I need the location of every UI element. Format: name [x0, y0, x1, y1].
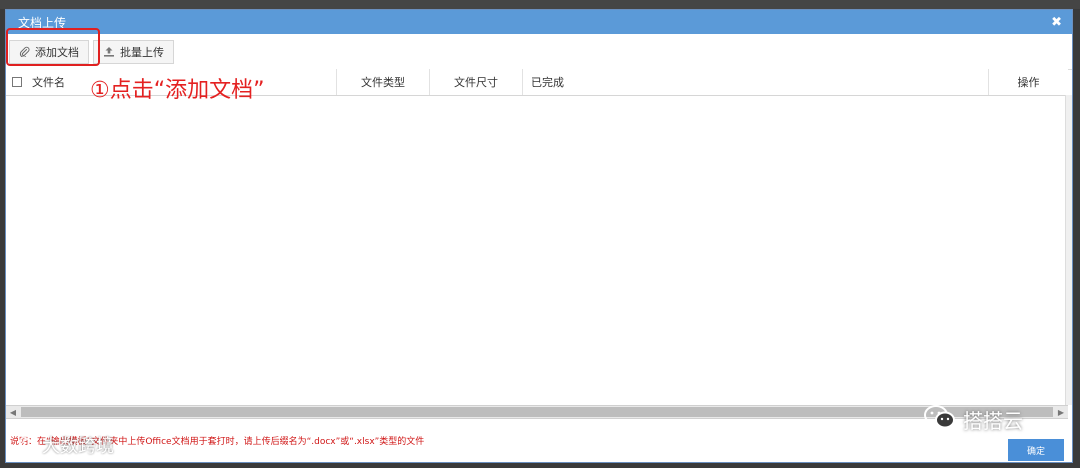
- column-header-filetype: 文件类型: [337, 69, 430, 95]
- annotation-text: ①点击“添加文档”: [90, 78, 265, 103]
- add-document-label: 添加文档: [35, 45, 79, 59]
- column-header-actions: 操作: [989, 69, 1068, 95]
- column-header-filesize: 文件尺寸: [430, 69, 523, 95]
- batch-upload-label: 批量上传: [120, 45, 164, 59]
- background-app-bar: [0, 0, 1080, 9]
- brand-watermark: 大数跨境: [18, 432, 114, 458]
- vertical-scrollbar[interactable]: [1065, 95, 1072, 405]
- filename-header-label: 文件名: [32, 76, 65, 89]
- wechat-account-name: 搭搭云: [963, 409, 1023, 433]
- batch-upload-button[interactable]: 批量上传: [93, 39, 174, 64]
- filesize-header-label: 文件尺寸: [454, 76, 498, 89]
- paperclip-icon: [19, 46, 30, 57]
- select-all-checkbox[interactable]: [12, 77, 22, 87]
- wechat-icon: [923, 403, 957, 436]
- brand-logo-icon: [18, 434, 36, 457]
- completed-header-label: 已完成: [531, 76, 564, 89]
- scroll-thumb[interactable]: [21, 407, 1053, 417]
- dialog-title: 文档上传: [18, 15, 67, 30]
- column-header-completed: 已完成: [523, 69, 989, 95]
- wechat-watermark: 搭搭云: [923, 403, 1023, 436]
- dialog-footer: 说明：在“输出模板”文件夹中上传Office文档用于套打时，请上传后缀名为“.d…: [6, 419, 1072, 462]
- scroll-left-icon[interactable]: ◀: [6, 406, 20, 418]
- actions-header-label: 操作: [1017, 76, 1040, 89]
- confirm-button[interactable]: 确定: [1008, 439, 1064, 461]
- upload-toolbar: 添加文档 批量上传: [6, 34, 1072, 70]
- horizontal-scrollbar[interactable]: ◀ ▶: [6, 405, 1068, 419]
- add-document-button[interactable]: 添加文档: [9, 39, 89, 64]
- dialog-titlebar: 文档上传 ✖: [6, 10, 1072, 34]
- upload-icon: [103, 46, 115, 57]
- filetype-header-label: 文件类型: [361, 76, 405, 89]
- scroll-right-icon[interactable]: ▶: [1054, 406, 1068, 418]
- close-icon[interactable]: ✖: [1051, 16, 1062, 29]
- brand-name: 大数跨境: [42, 436, 114, 457]
